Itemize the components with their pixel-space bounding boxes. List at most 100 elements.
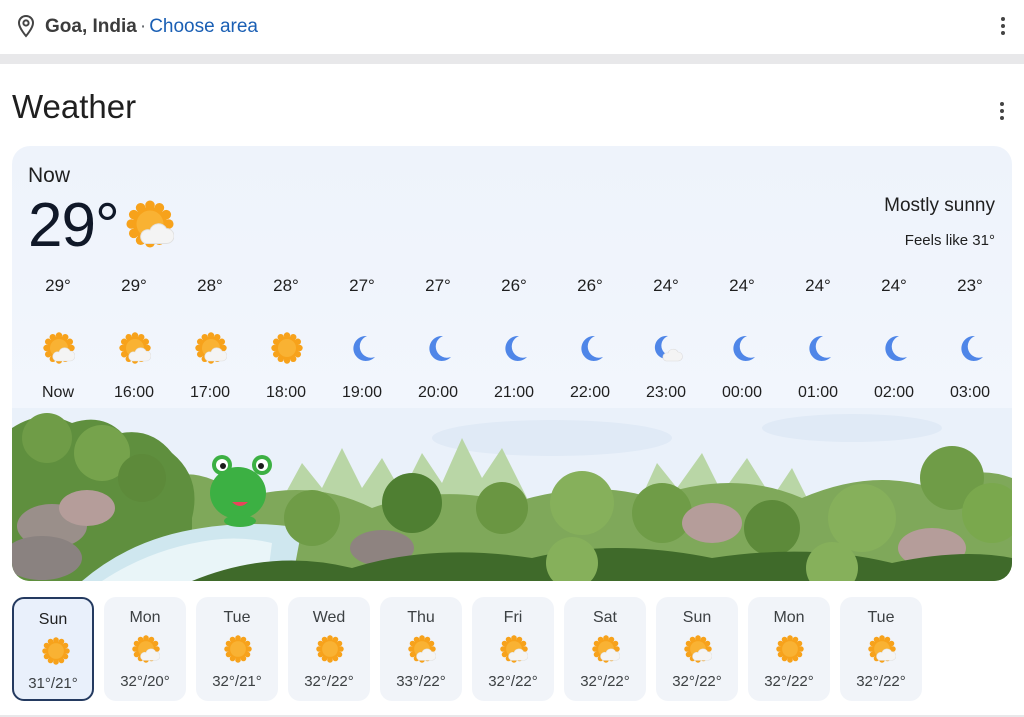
day-temps: 33°/22° bbox=[396, 673, 446, 690]
day-temps: 32°/22° bbox=[304, 673, 354, 690]
moon-icon bbox=[809, 335, 831, 361]
day-tile[interactable]: Tue 32°/22° bbox=[840, 597, 922, 701]
sun-cloud-icon bbox=[195, 332, 227, 364]
day-name: Tue bbox=[867, 609, 895, 626]
sun-cloud-icon bbox=[408, 635, 436, 663]
hourly-temp: 24° bbox=[729, 276, 755, 295]
hourly-item[interactable]: 24° 01:00 bbox=[783, 274, 853, 408]
location-bar: Goa, India · Choose area bbox=[0, 0, 1024, 54]
hourly-temp: 26° bbox=[577, 276, 603, 295]
hourly-item[interactable]: 27° 20:00 bbox=[403, 274, 473, 408]
hourly-temp: 24° bbox=[881, 276, 907, 295]
location-menu-icon[interactable] bbox=[995, 15, 1011, 37]
day-tile[interactable]: Wed 32°/22° bbox=[288, 597, 370, 701]
day-tile[interactable]: Mon 32°/20° bbox=[104, 597, 186, 701]
sun-cloud-icon bbox=[500, 635, 528, 663]
day-temps: 32°/22° bbox=[580, 673, 630, 690]
hourly-time: 18:00 bbox=[265, 384, 307, 401]
feels-like-text: Feels like 31° bbox=[904, 232, 995, 249]
day-name: Fri bbox=[503, 609, 523, 626]
hourly-time: 00:00 bbox=[721, 384, 763, 401]
sun-cloud-icon bbox=[132, 635, 160, 663]
hourly-item[interactable]: 29° Now bbox=[23, 274, 93, 408]
day-name: Thu bbox=[407, 609, 435, 626]
daily-forecast: Sun 31°/21° Mon 32°/20° Tue 32°/21° Wed 32°/… bbox=[12, 597, 1012, 702]
moon-icon bbox=[429, 335, 451, 361]
weather-scene-illustration bbox=[12, 408, 1012, 581]
day-temps: 32°/21° bbox=[212, 673, 262, 690]
day-temps: 32°/22° bbox=[488, 673, 538, 690]
hourly-temp: 24° bbox=[805, 276, 831, 295]
day-tile[interactable]: Sun 32°/22° bbox=[656, 597, 738, 701]
hourly-item[interactable]: 27° 19:00 bbox=[327, 274, 397, 408]
day-name: Sun bbox=[38, 611, 68, 628]
hourly-time: 17:00 bbox=[189, 384, 231, 401]
sun-icon bbox=[271, 332, 303, 364]
now-label: Now bbox=[28, 164, 71, 187]
day-temps: 31°/21° bbox=[28, 675, 78, 692]
location-separator: · bbox=[139, 16, 147, 37]
current-temperature: 29° bbox=[28, 191, 120, 260]
hourly-forecast: 29° Now 29° 16:00 28° 17:00 28° 18:00 27° 19:… bbox=[12, 274, 1012, 408]
hourly-time: 16:00 bbox=[113, 384, 155, 401]
hourly-time: 22:00 bbox=[569, 384, 611, 401]
hourly-item[interactable]: 23° 03:00 bbox=[935, 274, 1005, 408]
hourly-temp: 23° bbox=[957, 276, 983, 295]
sun-cloud-icon bbox=[592, 635, 620, 663]
hourly-item[interactable]: 29° 16:00 bbox=[99, 274, 169, 408]
day-tile[interactable]: Fri 32°/22° bbox=[472, 597, 554, 701]
day-tile[interactable]: Thu 33°/22° bbox=[380, 597, 462, 701]
moon-icon bbox=[353, 335, 375, 361]
sun-cloud-icon bbox=[868, 635, 896, 663]
hourly-item[interactable]: 26° 21:00 bbox=[479, 274, 549, 408]
sun-icon bbox=[224, 635, 252, 663]
section-divider bbox=[0, 54, 1024, 64]
hourly-item[interactable]: 24° 23:00 bbox=[631, 274, 701, 408]
moon-icon bbox=[505, 335, 527, 361]
hourly-time: 23:00 bbox=[645, 384, 687, 401]
hourly-temp: 27° bbox=[349, 276, 375, 295]
hourly-temp: 28° bbox=[273, 276, 299, 295]
hourly-time: Now bbox=[41, 384, 74, 401]
day-tile[interactable]: Tue 32°/21° bbox=[196, 597, 278, 701]
hourly-temp: 26° bbox=[501, 276, 527, 295]
hourly-time: 20:00 bbox=[417, 384, 459, 401]
sun-icon bbox=[316, 635, 344, 663]
weather-title: Weather bbox=[12, 88, 137, 125]
location-pin-icon bbox=[17, 14, 35, 38]
hourly-item[interactable]: 28° 17:00 bbox=[175, 274, 245, 408]
hourly-temp: 29° bbox=[121, 276, 147, 295]
hourly-time: 03:00 bbox=[949, 384, 991, 401]
moon-cloud-icon bbox=[654, 335, 683, 362]
day-tile[interactable]: Sat 32°/22° bbox=[564, 597, 646, 701]
day-temps: 32°/22° bbox=[672, 673, 722, 690]
day-name: Sat bbox=[592, 609, 617, 626]
moon-icon bbox=[961, 335, 983, 361]
hourly-time: 01:00 bbox=[797, 384, 839, 401]
hourly-item[interactable]: 26° 22:00 bbox=[555, 274, 625, 408]
moon-icon bbox=[885, 335, 907, 361]
sun-cloud-icon bbox=[119, 332, 151, 364]
day-temps: 32°/20° bbox=[120, 673, 170, 690]
day-name: Wed bbox=[312, 609, 346, 626]
moon-icon bbox=[581, 335, 603, 361]
day-temps: 32°/22° bbox=[856, 673, 906, 690]
condition-text: Mostly sunny bbox=[884, 195, 995, 216]
day-name: Tue bbox=[223, 609, 251, 626]
hourly-time: 19:00 bbox=[341, 384, 383, 401]
hourly-time: 21:00 bbox=[493, 384, 535, 401]
hourly-item[interactable]: 28° 18:00 bbox=[251, 274, 321, 408]
hourly-time: 02:00 bbox=[873, 384, 915, 401]
hourly-item[interactable]: 24° 02:00 bbox=[859, 274, 929, 408]
choose-area-link[interactable]: Choose area bbox=[149, 16, 258, 37]
day-tile[interactable]: Mon 32°/22° bbox=[748, 597, 830, 701]
sun-icon bbox=[42, 637, 70, 665]
day-tile[interactable]: Sun 31°/21° bbox=[12, 597, 94, 701]
moon-icon bbox=[733, 335, 755, 361]
weather-menu-icon[interactable] bbox=[994, 100, 1010, 122]
location-city: Goa, India bbox=[45, 16, 137, 37]
hourly-item[interactable]: 24° 00:00 bbox=[707, 274, 777, 408]
hourly-temp: 29° bbox=[45, 276, 71, 295]
weather-card: Now 29° Mostly sunny Feels like 31° 29° N… bbox=[12, 146, 1012, 581]
location-text: Goa, India · Choose area bbox=[45, 16, 258, 38]
